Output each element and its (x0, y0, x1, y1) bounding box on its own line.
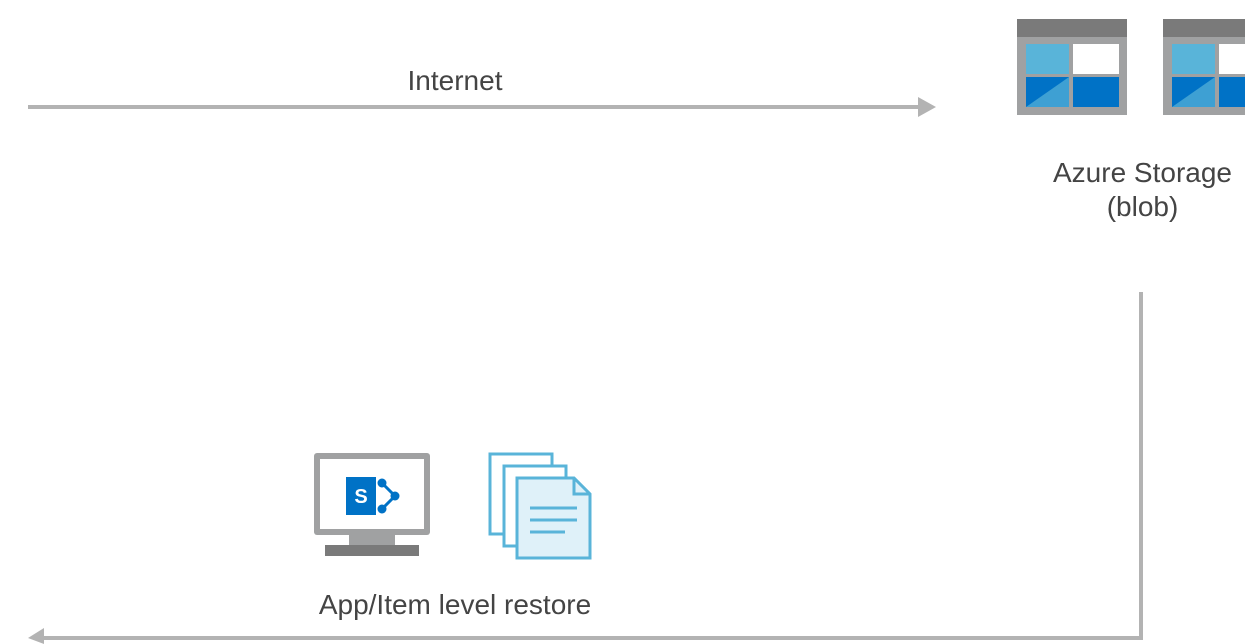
azure-storage-icon (1017, 19, 1127, 115)
azure-storage-icon-2 (1163, 19, 1245, 115)
sharepoint-monitor-icon: S (314, 453, 430, 556)
svg-text:S: S (354, 486, 367, 508)
azure-storage-label: Azure Storage (blob) (1020, 156, 1245, 224)
diagram-canvas: S (28, 19, 1245, 644)
app-item-restore-label: App/Item level restore (318, 589, 592, 620)
azure-storage-label-line1: Azure Storage (1053, 157, 1232, 188)
internet-arrow (28, 97, 936, 117)
azure-storage-label-line2: (blob) (1106, 191, 1179, 222)
internet-label: Internet (407, 65, 503, 96)
documents-icon (488, 452, 592, 560)
